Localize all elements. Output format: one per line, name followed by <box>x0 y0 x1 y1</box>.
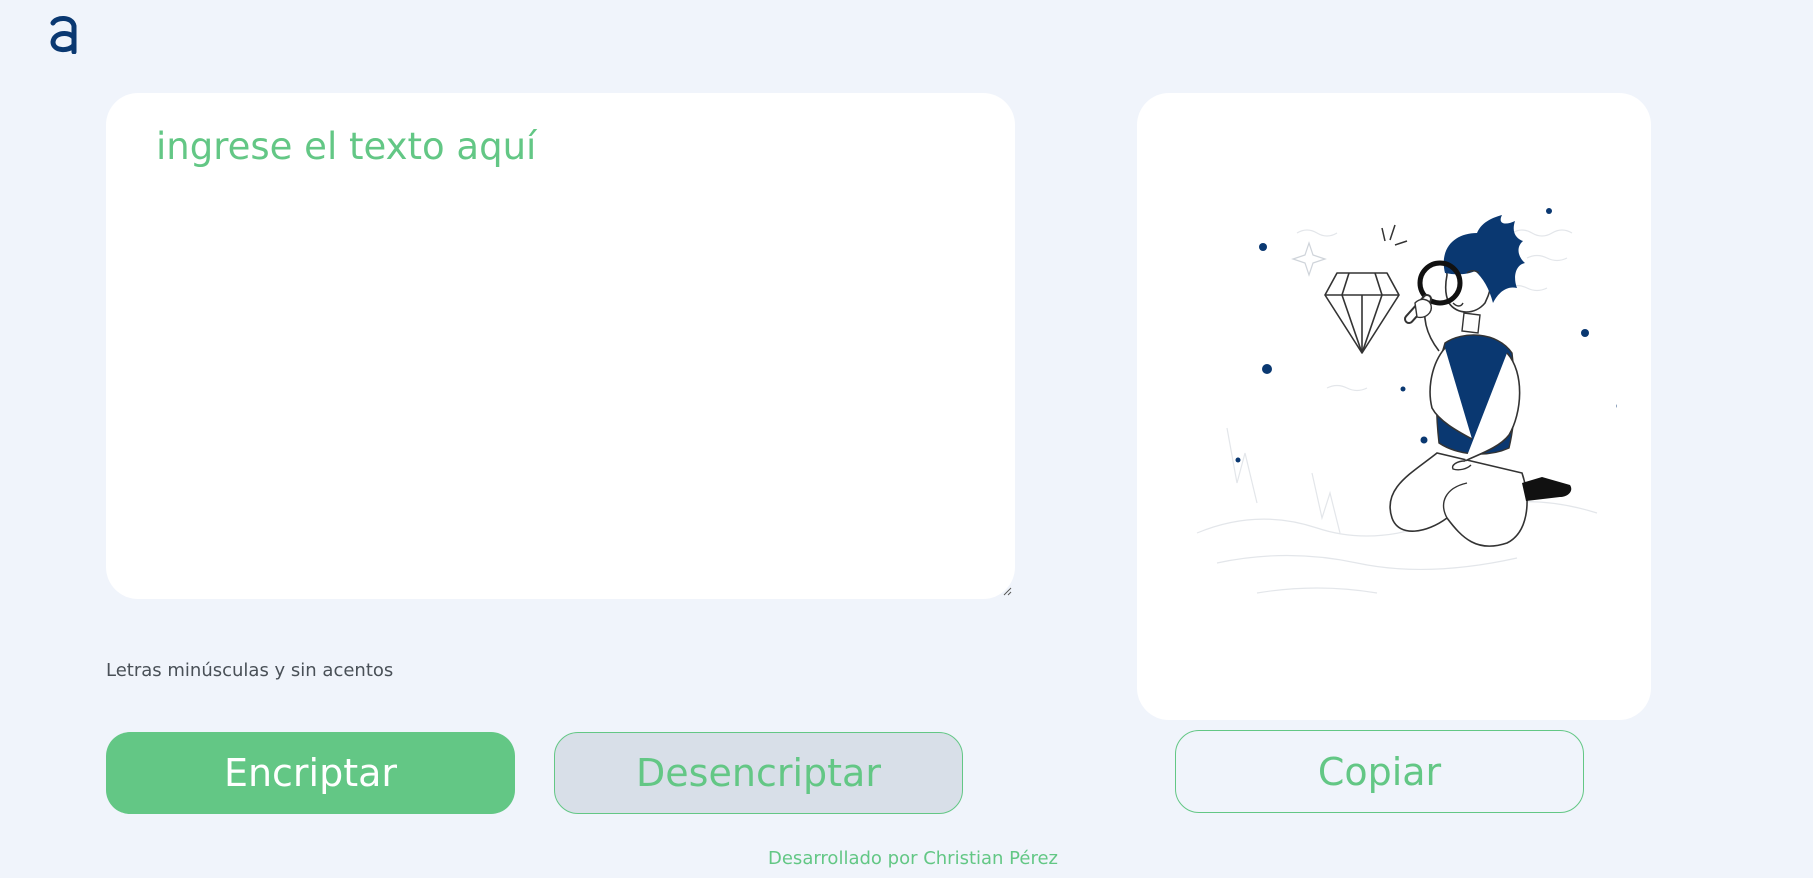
decrypt-button[interactable]: Desencriptar <box>554 732 963 814</box>
encrypt-button[interactable]: Encriptar <box>106 732 515 814</box>
footer-credit: Desarrollado por Christian Pérez <box>768 848 1058 869</box>
footer: Desarrollado por Christian Pérez <box>0 848 1813 869</box>
resize-grip-icon[interactable] <box>1638 707 1648 717</box>
input-card <box>106 93 1015 599</box>
output-card <box>1137 93 1651 720</box>
copy-button[interactable]: Copiar <box>1175 730 1584 813</box>
person-magnifying-glass-illustration <box>1196 208 1617 594</box>
alura-logo-icon[interactable] <box>48 14 78 54</box>
hint-text: Letras minúsculas y sin acentos <box>106 660 394 681</box>
page: Letras minúsculas y sin acentos Encripta… <box>0 0 1813 878</box>
input-hint: Letras minúsculas y sin acentos <box>106 660 393 681</box>
text-input[interactable] <box>106 93 1015 599</box>
resize-grip-icon[interactable] <box>1002 586 1012 596</box>
